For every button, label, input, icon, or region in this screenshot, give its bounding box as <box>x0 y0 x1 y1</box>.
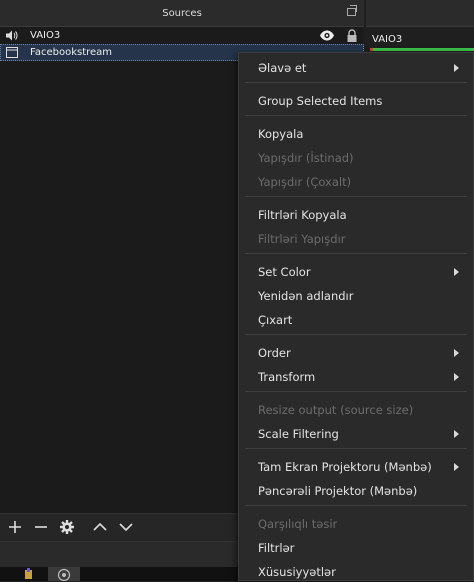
menu-item-label: Çıxart <box>258 313 293 327</box>
app-icon[interactable] <box>22 568 36 581</box>
undock-icon[interactable] <box>347 5 357 16</box>
menu-item-label: Yapışdır (Çoxalt) <box>258 175 352 189</box>
menu-item-label: Filtrləri Yapışdır <box>258 232 346 246</box>
speaker-icon <box>6 30 18 41</box>
menu-item-properties[interactable]: Xüsusiyyətlər <box>239 560 473 582</box>
submenu-arrow-icon <box>454 430 459 438</box>
menu-item-paste-reference: Yapışdır (İstinad) <box>239 146 473 168</box>
menu-separator <box>245 82 467 83</box>
menu-item-label: Resize output (source size) <box>258 403 414 417</box>
submenu-arrow-icon <box>454 64 459 72</box>
menu-separator <box>245 505 467 506</box>
volume-meter-peak <box>370 48 373 51</box>
sources-panel-title: Sources <box>162 8 202 19</box>
menu-item-paste-filters: Filtrləri Yapışdır <box>239 227 473 249</box>
menu-item-label: Tam Ekran Projektoru (Mənbə) <box>258 460 432 474</box>
chevron-up-icon[interactable] <box>92 519 108 535</box>
menu-item-order[interactable]: Order <box>239 341 473 363</box>
menu-item-label: Filtrlər <box>258 541 295 555</box>
menu-separator <box>245 196 467 197</box>
menu-item-remove[interactable]: Çıxart <box>239 308 473 330</box>
menu-item-interact: Qarşılıqlı təsir <box>239 512 473 534</box>
menu-item-scale-filtering[interactable]: Scale Filtering <box>239 422 473 444</box>
menu-item-label: Kopyala <box>258 127 304 141</box>
eye-icon[interactable] <box>319 29 335 42</box>
menu-item-filters[interactable]: Filtrlər <box>239 536 473 558</box>
obs-icon <box>57 568 71 581</box>
menu-item-add[interactable]: Əlavə et <box>239 56 473 78</box>
menu-item-rename[interactable]: Yenidən adlandır <box>239 284 473 306</box>
menu-item-label: Qarşılıqlı təsir <box>258 517 338 531</box>
menu-item-label: Transform <box>258 370 316 384</box>
menu-item-copy-filters[interactable]: Filtrləri Kopyala <box>239 203 473 225</box>
menu-item-copy[interactable]: Kopyala <box>239 122 473 144</box>
plus-icon[interactable] <box>7 519 23 535</box>
menu-item-label: Yapışdır (İstinad) <box>258 151 354 165</box>
menu-item-label: Set Color <box>258 265 311 279</box>
menu-item-group-selected[interactable]: Group Selected Items <box>239 89 473 111</box>
source-item-vaio3[interactable]: VAIO3 <box>0 27 364 44</box>
volume-meter <box>370 48 474 51</box>
menu-item-label: Group Selected Items <box>258 94 383 108</box>
menu-item-label: Əlavə et <box>258 61 307 75</box>
menu-item-transform[interactable]: Transform <box>239 365 473 387</box>
menu-separator <box>245 448 467 449</box>
taskbar-item[interactable] <box>48 567 80 581</box>
minus-icon[interactable] <box>33 519 49 535</box>
gear-icon[interactable] <box>59 519 75 535</box>
menu-item-fullscreen-projector[interactable]: Tam Ekran Projektoru (Mənbə) <box>239 455 473 477</box>
mixer-channel-label: VAIO3 <box>372 34 403 45</box>
menu-item-label: Filtrləri Kopyala <box>258 208 347 222</box>
mixer-panel-header <box>366 0 474 27</box>
submenu-arrow-icon <box>454 373 459 381</box>
menu-item-paste-duplicate: Yapışdır (Çoxalt) <box>239 170 473 192</box>
menu-separator <box>245 334 467 335</box>
menu-separator <box>245 115 467 116</box>
submenu-arrow-icon <box>454 349 459 357</box>
menu-item-label: Yenidən adlandır <box>258 289 354 303</box>
context-menu: Əlavə et Group Selected Items Kopyala Ya… <box>238 52 474 581</box>
menu-item-label: Scale Filtering <box>258 427 339 441</box>
submenu-arrow-icon <box>454 268 459 276</box>
sources-panel-header: Sources <box>0 0 364 27</box>
menu-item-resize-output: Resize output (source size) <box>239 398 473 420</box>
menu-item-label: Xüsusiyyətlər <box>258 565 336 579</box>
menu-separator <box>245 253 467 254</box>
menu-item-label: Order <box>258 346 291 360</box>
menu-item-label: Pəncərəli Projektor (Mənbə) <box>258 484 418 498</box>
menu-separator <box>245 391 467 392</box>
menu-item-windowed-projector[interactable]: Pəncərəli Projektor (Mənbə) <box>239 479 473 501</box>
submenu-arrow-icon <box>454 463 459 471</box>
source-label: VAIO3 <box>30 30 61 41</box>
lock-icon[interactable] <box>344 29 360 42</box>
source-label: Facebookstream <box>30 47 113 58</box>
chevron-down-icon[interactable] <box>118 519 134 535</box>
window-capture-icon <box>6 47 18 58</box>
menu-item-set-color[interactable]: Set Color <box>239 260 473 282</box>
